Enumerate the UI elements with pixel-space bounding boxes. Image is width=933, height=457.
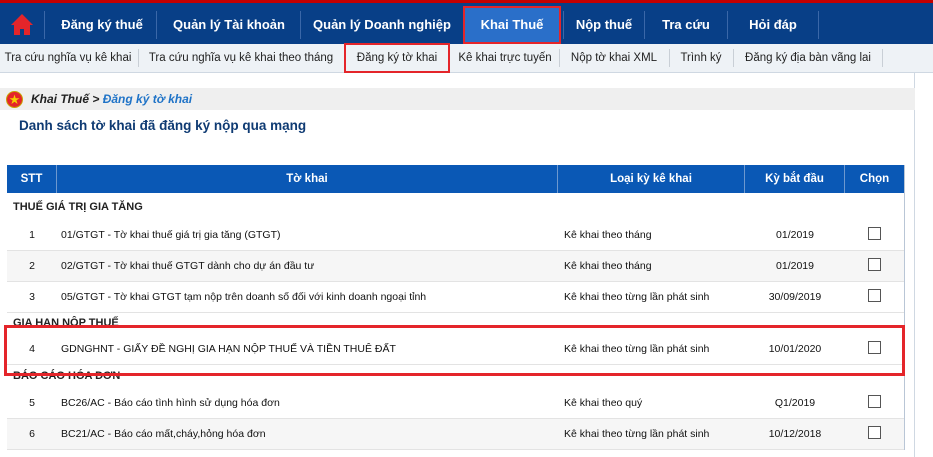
row-type: Kê khai theo từng lần phát sinh [564,291,710,303]
header-ky-bat-dau: Kỳ bắt đầu [745,165,845,193]
row-name: 05/GTGT - Tờ khai GTGT tạm nộp trên doan… [61,291,427,303]
row-stt: 1 [29,229,35,241]
row-stt: 2 [29,260,35,272]
nav-nop-thue[interactable]: Nộp thuế [564,6,644,44]
row-type: Kê khai theo tháng [564,260,652,272]
row-stt: 4 [29,343,35,355]
group-title: GIA HẠN NỘP THUẾ [13,317,119,329]
header-to-khai: Tờ khai [57,165,558,193]
group-title: THUẾ GIÁ TRỊ GIA TĂNG [13,201,143,213]
content-border [914,72,915,457]
row-stt: 6 [29,428,35,440]
select-checkbox[interactable] [868,227,881,241]
nav-khai-thue[interactable]: Khai Thuế [463,6,561,44]
row-start: Q1/2019 [774,397,816,409]
row-type: Kê khai theo quý [564,397,643,409]
breadcrumb: Khai Thuế > Đăng ký tờ khai [0,88,915,110]
subnav-tra-cuu-theo-thang[interactable]: Tra cứu nghĩa vụ kê khai theo tháng [141,44,341,72]
row-stt: 3 [29,291,35,303]
select-checkbox[interactable] [868,289,881,303]
header-chon: Chọn [859,173,890,185]
nav-hoi-dap[interactable]: Hỏi đáp [728,6,818,44]
row-name: BC26/AC - Báo cáo tình hình sử dụng hóa … [61,397,280,409]
select-checkbox[interactable] [868,395,881,409]
subnav-dang-ky-dia-ban[interactable]: Đăng ký địa bàn vãng lai [736,44,880,72]
table-row: 6 BC21/AC - Báo cáo mất,cháy,hỏng hóa đơ… [7,419,904,450]
breadcrumb-current[interactable]: Đăng ký tờ khai [103,92,192,106]
top-nav-bar: Đăng ký thuế Quản lý Tài khoản Quản lý D… [0,0,933,44]
row-start: 01/2019 [776,229,814,241]
subnav-tra-cuu-nghia-vu[interactable]: Tra cứu nghĩa vụ kê khai [0,44,136,72]
header-stt: STT [7,165,57,193]
row-type: Kê khai theo tháng [564,229,652,241]
row-type: Kê khai theo từng lần phát sinh [564,428,710,440]
row-name: BC21/AC - Báo cáo mất,cháy,hỏng hóa đơn [61,428,266,440]
nav-dang-ky-thue[interactable]: Đăng ký thuế [48,6,156,44]
header-loai-ky: Loại kỳ kê khai [558,165,745,193]
nav-quan-ly-tai-khoan[interactable]: Quản lý Tài khoản [158,6,300,44]
row-name: 02/GTGT - Tờ khai thuế GTGT dành cho dự … [61,260,315,272]
row-start: 10/01/2020 [768,343,822,355]
table-row: 1 01/GTGT - Tờ khai thuế giá trị gia tăn… [7,220,904,251]
home-icon[interactable] [0,6,44,44]
group-header: THUẾ GIÁ TRỊ GIA TĂNG [7,193,904,220]
subnav-dang-ky-to-khai[interactable]: Đăng ký tờ khai [344,43,450,73]
select-checkbox[interactable] [868,258,881,272]
row-start: 01/2019 [776,260,814,272]
select-checkbox[interactable] [868,341,881,355]
national-emblem-icon [6,91,23,108]
table-row-highlighted: 4 GDNGHNT - GIẤY ĐỀ NGHỊ GIA HẠN NỘP THU… [7,334,904,365]
row-stt: 5 [29,397,35,409]
select-checkbox[interactable] [868,426,881,440]
subnav-ke-khai-truc-tuyen[interactable]: Kê khai trực tuyến [454,44,556,72]
table-row: 2 02/GTGT - Tờ khai thuế GTGT dành cho d… [7,251,904,282]
nav-quan-ly-doanh-nghiep[interactable]: Quản lý Doanh nghiệp [302,6,462,44]
nav-tra-cuu[interactable]: Tra cứu [645,6,727,44]
subnav-trinh-ky[interactable]: Trình ký [672,44,730,72]
group-header: BÁO CÁO HÓA ĐƠN [7,365,904,388]
group-title: BÁO CÁO HÓA ĐƠN [13,370,121,382]
table-row: 5 BC26/AC - Báo cáo tình hình sử dụng hó… [7,388,904,419]
table-header: STT Tờ khai Loại kỳ kê khai Kỳ bắt đầu C… [7,165,904,193]
declaration-table: STT Tờ khai Loại kỳ kê khai Kỳ bắt đầu C… [7,165,905,450]
row-type: Kê khai theo từng lần phát sinh [564,343,710,355]
row-name: 01/GTGT - Tờ khai thuế giá trị gia tăng … [61,229,281,241]
sub-nav-bar: Tra cứu nghĩa vụ kê khai Tra cứu nghĩa v… [0,43,933,73]
subnav-nop-to-khai-xml[interactable]: Nộp tờ khai XML [562,44,666,72]
breadcrumb-root[interactable]: Khai Thuế > [31,92,99,106]
page-title: Danh sách tờ khai đã đăng ký nộp qua mạn… [19,118,307,133]
row-name: GDNGHNT - GIẤY ĐỀ NGHỊ GIA HẠN NỘP THUẾ … [61,343,396,355]
row-start: 10/12/2018 [768,428,822,440]
group-header: GIA HẠN NỘP THUẾ [7,313,904,334]
row-start: 30/09/2019 [768,291,822,303]
table-row: 3 05/GTGT - Tờ khai GTGT tạm nộp trên do… [7,282,904,313]
